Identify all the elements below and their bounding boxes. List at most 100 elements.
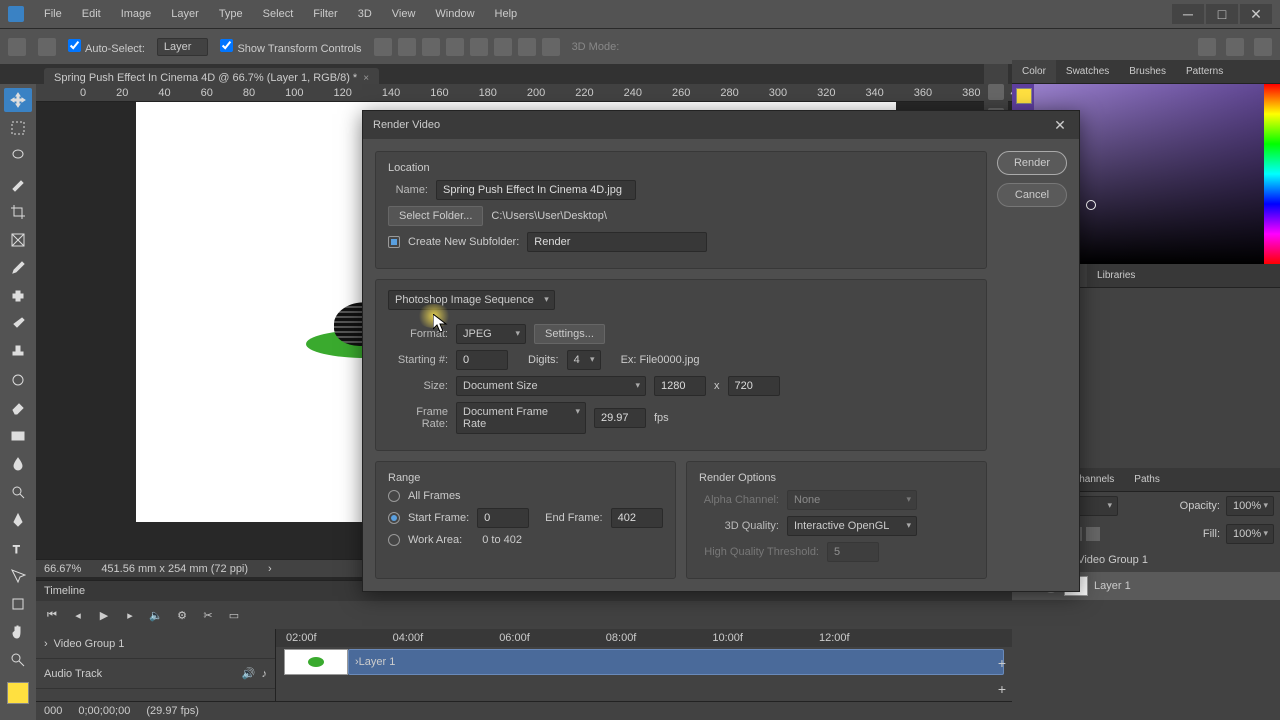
select-folder-button[interactable]: Select Folder... — [388, 206, 483, 226]
play-button[interactable]: ▶ — [96, 607, 112, 623]
tab-close-icon[interactable]: × — [363, 73, 369, 84]
history-brush-tool[interactable] — [4, 368, 32, 392]
add-audio-button[interactable]: + — [998, 681, 1006, 697]
prev-frame-button[interactable]: ◂ — [70, 607, 86, 623]
format-select[interactable]: JPEG — [456, 324, 526, 344]
split-button[interactable]: ✂ — [200, 607, 216, 623]
status-caret[interactable]: › — [268, 563, 272, 575]
collapsed-icon[interactable] — [988, 84, 1004, 100]
shape-tool[interactable] — [4, 592, 32, 616]
3d-quality-select[interactable]: Interactive OpenGL — [787, 516, 917, 536]
color-tab[interactable]: Color — [1012, 60, 1056, 83]
align-right-icon[interactable] — [422, 38, 440, 56]
eyedropper-tool[interactable] — [4, 256, 32, 280]
align-center-icon[interactable] — [398, 38, 416, 56]
align-bottom-icon[interactable] — [494, 38, 512, 56]
name-input[interactable]: Spring Push Effect In Cinema 4D.jpg — [436, 180, 636, 200]
move-tool[interactable] — [4, 88, 32, 112]
auto-select-mode[interactable]: Layer — [157, 38, 209, 56]
timeline-ruler[interactable]: 02:00f04:00f06:00f08:00f10:00f12:00f — [276, 629, 1012, 647]
auto-select-check[interactable]: Auto-Select: — [68, 39, 145, 55]
swatches-tab[interactable]: Swatches — [1056, 60, 1119, 83]
subfolder-input[interactable]: Render — [527, 232, 707, 252]
menu-filter[interactable]: Filter — [305, 4, 345, 24]
transition-button[interactable]: ▭ — [226, 607, 242, 623]
wand-tool[interactable] — [4, 172, 32, 196]
maximize-button[interactable]: □ — [1206, 4, 1238, 24]
timecode[interactable]: 0;00;00;00 — [78, 705, 130, 717]
start-frame-input[interactable]: 0 — [477, 508, 529, 528]
menu-view[interactable]: View — [384, 4, 424, 24]
settings-icon[interactable]: ⚙ — [174, 607, 190, 623]
height-input[interactable]: 720 — [728, 376, 780, 396]
hue-slider[interactable] — [1264, 84, 1280, 264]
menu-window[interactable]: Window — [427, 4, 482, 24]
size-select[interactable]: Document Size — [456, 376, 646, 396]
zoom-level[interactable]: 66.67% — [44, 563, 81, 575]
align-top-icon[interactable] — [446, 38, 464, 56]
work-area-radio[interactable] — [388, 534, 400, 546]
dialog-close-button[interactable]: ✕ — [1051, 116, 1069, 134]
goto-start-button[interactable]: ⏮ — [44, 607, 60, 623]
distribute-icon[interactable] — [518, 38, 536, 56]
align-vmiddle-icon[interactable] — [470, 38, 488, 56]
type-tool[interactable]: T — [4, 536, 32, 560]
end-frame-input[interactable]: 402 — [611, 508, 663, 528]
minimize-button[interactable]: ─ — [1172, 4, 1204, 24]
menu-3d[interactable]: 3D — [350, 4, 380, 24]
add-media-button[interactable]: + — [998, 655, 1006, 671]
menu-select[interactable]: Select — [255, 4, 302, 24]
lock-all-icon[interactable] — [1086, 527, 1100, 541]
opacity-input[interactable]: 100% — [1226, 496, 1274, 516]
menu-image[interactable]: Image — [113, 4, 160, 24]
blur-tool[interactable] — [4, 452, 32, 476]
speaker-icon[interactable]: 🔊 — [242, 667, 256, 680]
subfolder-check[interactable] — [388, 236, 400, 248]
note-icon[interactable]: ♪ — [262, 668, 268, 680]
framerate-select[interactable]: Document Frame Rate — [456, 402, 586, 434]
menu-edit[interactable]: Edit — [74, 4, 109, 24]
hand-tool[interactable] — [4, 620, 32, 644]
brush-tool[interactable] — [4, 312, 32, 336]
frame-tool[interactable] — [4, 228, 32, 252]
paths-tab[interactable]: Paths — [1124, 468, 1170, 491]
color-swatch[interactable] — [1016, 88, 1032, 104]
format-settings-button[interactable]: Settings... — [534, 324, 605, 344]
digits-select[interactable]: 4 — [567, 350, 601, 370]
zoom-tool[interactable] — [4, 648, 32, 672]
clip-thumbnail[interactable] — [284, 649, 348, 675]
brushes-tab[interactable]: Brushes — [1119, 60, 1176, 83]
dodge-tool[interactable] — [4, 480, 32, 504]
libraries-tab[interactable]: Libraries — [1087, 264, 1145, 287]
stamp-tool[interactable] — [4, 340, 32, 364]
render-button[interactable]: Render — [997, 151, 1067, 175]
encoder-select[interactable]: Photoshop Image Sequence — [388, 290, 555, 310]
search-icon[interactable] — [1198, 38, 1216, 56]
crop-tool[interactable] — [4, 200, 32, 224]
video-clip[interactable]: ›Layer 1 — [348, 649, 1004, 675]
track-expand-icon[interactable]: › — [44, 638, 48, 650]
path-tool[interactable] — [4, 564, 32, 588]
eraser-tool[interactable] — [4, 396, 32, 420]
share-icon[interactable] — [1254, 38, 1272, 56]
menu-type[interactable]: Type — [211, 4, 251, 24]
align-left-icon[interactable] — [374, 38, 392, 56]
mute-button[interactable]: 🔈 — [148, 607, 164, 623]
fill-input[interactable]: 100% — [1226, 524, 1274, 544]
start-frame-radio[interactable] — [388, 512, 400, 524]
home-icon[interactable] — [8, 38, 26, 56]
cancel-button[interactable]: Cancel — [997, 183, 1067, 207]
marquee-tool[interactable] — [4, 116, 32, 140]
more-icon[interactable] — [542, 38, 560, 56]
pen-tool[interactable] — [4, 508, 32, 532]
close-button[interactable]: ✕ — [1240, 4, 1272, 24]
menu-help[interactable]: Help — [487, 4, 526, 24]
framerate-input[interactable]: 29.97 — [594, 408, 646, 428]
next-frame-button[interactable]: ▸ — [122, 607, 138, 623]
workspace-icon[interactable] — [1226, 38, 1244, 56]
all-frames-radio[interactable] — [388, 490, 400, 502]
menu-layer[interactable]: Layer — [163, 4, 207, 24]
width-input[interactable]: 1280 — [654, 376, 706, 396]
menu-file[interactable]: File — [36, 4, 70, 24]
patterns-tab[interactable]: Patterns — [1176, 60, 1233, 83]
